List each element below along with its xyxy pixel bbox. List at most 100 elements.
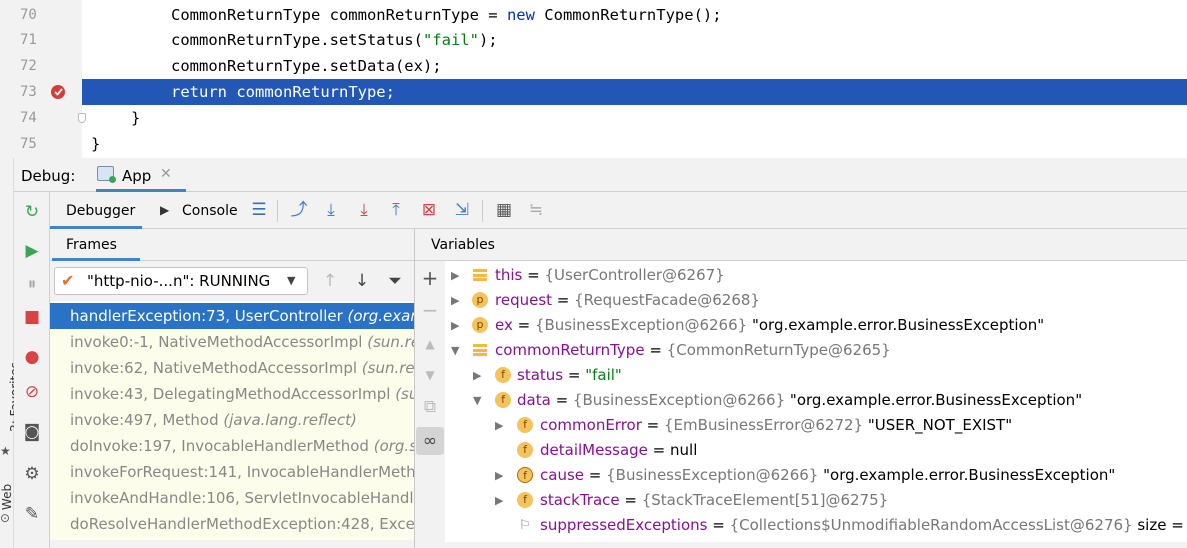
expand-arrow-icon[interactable]: ▶ — [495, 495, 505, 506]
debug-tool-window-header: Debug: App ✕ — [14, 158, 1187, 192]
step-over-icon[interactable]: ⤓ — [319, 198, 343, 222]
console-tab[interactable]: Console — [182, 203, 238, 219]
add-watch-icon[interactable]: + — [418, 266, 442, 290]
copy-icon[interactable]: ⧉ — [418, 395, 442, 419]
expand-arrow-icon[interactable]: ▶ — [495, 420, 505, 431]
stop-icon[interactable]: ■ — [20, 305, 44, 329]
thread-select[interactable]: ✔ "http-nio-...n": RUNNING ▼ — [54, 267, 308, 295]
debug-label: Debug: — [21, 167, 76, 185]
frames-list: handlerException:73, UserController (org… — [50, 301, 414, 548]
code-line-75: } — [91, 135, 101, 153]
expand-arrow-icon[interactable]: ▶ — [473, 370, 483, 381]
frame-down-icon[interactable]: ↓ — [350, 269, 374, 293]
field-icon: f — [517, 492, 533, 508]
frame-row[interactable]: invokeForRequest:141, InvocableHandlerMe… — [50, 459, 414, 485]
list-icon — [473, 344, 487, 356]
move-up-icon[interactable]: ▲ — [418, 332, 442, 356]
expand-arrow-icon[interactable]: ▶ — [451, 295, 461, 306]
web-icon: ⊙ — [0, 511, 11, 525]
debugger-tab[interactable]: Debugger — [66, 203, 135, 219]
drop-frame-icon[interactable]: ⊠ — [417, 198, 441, 222]
parameter-icon: p — [472, 317, 488, 333]
code-line-74: } — [131, 109, 141, 127]
frame-row[interactable]: invokeAndHandle:106, ServletInvocableHan… — [50, 485, 414, 511]
view-breakpoints-icon[interactable]: ● — [20, 345, 44, 369]
settings-icon[interactable]: ⚙ — [20, 462, 44, 486]
line-number: 72 — [20, 58, 37, 74]
code-line-73: return commonReturnType; — [171, 83, 395, 101]
step-out-icon[interactable]: ⤒ — [384, 198, 408, 222]
filter-icon[interactable]: ⏷ — [383, 269, 407, 293]
field-icon: f — [495, 367, 511, 383]
frame-row[interactable]: invoke:62, NativeMethodAccessorImpl (sun… — [50, 355, 414, 381]
frame-row[interactable]: handlerException:73, UserController (org… — [50, 303, 414, 329]
thread-row: ✔ "http-nio-...n": RUNNING ▼ ↑ ↓ ⏷ — [50, 261, 414, 301]
frames-scrollbar[interactable] — [50, 540, 414, 548]
expand-arrow-icon[interactable]: ▶ — [451, 270, 461, 281]
trace-icon[interactable]: ≒ — [524, 198, 548, 222]
chevron-down-icon: ▼ — [287, 274, 296, 287]
frame-row[interactable]: doResolveHandlerMethodException:428, Exc… — [50, 511, 414, 537]
variables-title: Variables — [431, 237, 495, 253]
variables-actions-column: + − ▲ ▼ ⧉ ∞ — [415, 261, 445, 548]
app-tab[interactable]: App — [122, 167, 151, 185]
frames-header: Frames — [50, 229, 414, 261]
expand-arrow-icon[interactable]: ▶ — [451, 320, 461, 331]
code-line-71: commonReturnType.setStatus("fail"); — [171, 31, 498, 49]
toolbar-separator — [277, 200, 278, 222]
show-execution-point-icon[interactable]: ⤴ — [287, 198, 311, 222]
toolbar-separator — [482, 200, 483, 222]
star-icon: ★ — [0, 444, 11, 458]
list-icon — [473, 269, 487, 281]
debug-actions-column: ↻ ▶ ⏸ ■ ● ⊘ ◙ ⚙ ✎ — [14, 192, 50, 548]
current-execution-line: return commonReturnType; — [82, 79, 1187, 105]
line-number: 74 — [20, 110, 37, 126]
close-tab-icon[interactable]: ✕ — [160, 166, 172, 182]
line-number: 70 — [20, 7, 37, 23]
expand-arrow-icon[interactable]: ▶ — [495, 470, 505, 481]
variables-tree: ▶ this = {UserController@6267} ▶ p reque… — [445, 261, 1187, 548]
resume-icon[interactable]: ▶ — [20, 239, 44, 263]
menu-icon[interactable]: ☰ — [247, 198, 271, 222]
fold-marker-icon[interactable] — [78, 113, 86, 123]
thread-selected-value: "http-nio-...n": RUNNING — [87, 272, 271, 290]
move-down-icon[interactable]: ▼ — [418, 363, 442, 387]
web-tab[interactable]: Web — [0, 484, 14, 510]
parameter-icon: p — [472, 292, 488, 308]
line-number: 73 — [20, 84, 37, 100]
debugger-toolbar: Debugger ▶ Console ☰ ⤴ ⤓ ⤓ ⤒ ⊠ ⇲ ▦ ≒ — [14, 192, 1187, 229]
run-to-cursor-icon[interactable]: ⇲ — [450, 198, 474, 222]
variables-scrollbar-track[interactable] — [445, 542, 1187, 548]
watches-glasses-icon[interactable]: ∞ — [416, 427, 444, 455]
frame-row[interactable]: doInvoke:197, InvocableHandlerMethod (or… — [50, 433, 414, 459]
rerun-icon[interactable]: ↻ — [20, 200, 44, 224]
collapse-arrow-icon[interactable]: ▼ — [451, 345, 461, 356]
field-icon: f — [517, 467, 533, 483]
field-icon: f — [517, 417, 533, 433]
code-line-70: CommonReturnType commonReturnType = new … — [171, 6, 722, 24]
breakpoint-icon[interactable] — [51, 85, 65, 99]
code-line-72: commonReturnType.setData(ex); — [171, 57, 442, 75]
step-into-icon[interactable]: ⤓ — [352, 198, 376, 222]
frame-row[interactable]: invoke0:-1, NativeMethodAccessorImpl (su… — [50, 329, 414, 355]
tool-window-strip: 2: Favorites ★ Web ⊙ — [0, 158, 22, 548]
frame-up-icon[interactable]: ↑ — [318, 269, 342, 293]
frame-row[interactable]: invoke:43, DelegatingMethodAccessorImpl … — [50, 381, 414, 407]
field-icon: f — [495, 392, 511, 408]
code-editor[interactable]: 70 71 72 73 74 75 CommonReturnType commo… — [0, 0, 1187, 158]
collapse-arrow-icon[interactable]: ▼ — [473, 395, 483, 406]
variables-header: Variables — [415, 229, 1187, 261]
app-icon — [97, 166, 116, 183]
remove-watch-icon[interactable]: − — [418, 298, 442, 322]
console-icon: ▶ — [160, 203, 170, 217]
evaluate-expression-icon[interactable]: ▦ — [492, 198, 516, 222]
flag-icon: ⚐ — [519, 518, 531, 533]
mute-breakpoints-icon[interactable]: ⊘ — [20, 380, 44, 404]
camera-icon[interactable]: ◙ — [20, 420, 44, 444]
frame-row[interactable]: invoke:497, Method (java.lang.reflect) — [50, 407, 414, 433]
line-number: 71 — [20, 32, 37, 48]
pause-icon[interactable]: ⏸ — [20, 272, 44, 296]
pin-icon[interactable]: ✎ — [20, 502, 44, 526]
frames-title: Frames — [66, 237, 117, 253]
line-number: 75 — [20, 136, 37, 152]
